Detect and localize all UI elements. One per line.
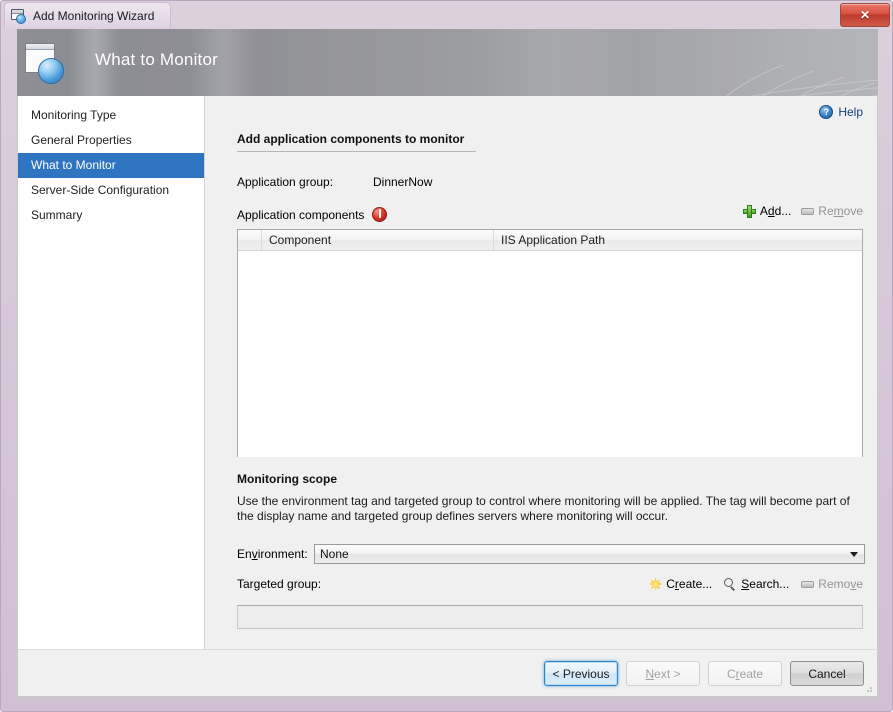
application-group-label: Application group: bbox=[237, 175, 333, 189]
footer-buttons: < Previous Next > Create Cancel bbox=[544, 661, 864, 686]
next-button: Next > bbox=[626, 661, 700, 686]
sidebar-item-server-side-configuration[interactable]: Server-Side Configuration bbox=[18, 178, 204, 203]
remove-component-button: Remove bbox=[801, 204, 863, 218]
page-title: Add application components to monitor bbox=[237, 132, 476, 152]
search-group-label: Search... bbox=[741, 577, 789, 591]
close-icon: ✕ bbox=[860, 9, 870, 21]
body-panel: Monitoring Type General Properties What … bbox=[17, 96, 878, 660]
search-group-button[interactable]: Search... bbox=[724, 577, 789, 591]
help-link[interactable]: ? Help bbox=[819, 105, 863, 119]
listview-column-iis-application-path[interactable]: IIS Application Path bbox=[494, 230, 862, 250]
environment-select[interactable]: None bbox=[314, 544, 865, 564]
title-bar-tab: Add Monitoring Wizard bbox=[4, 2, 171, 29]
create-button: Create bbox=[708, 661, 782, 686]
components-listview[interactable]: Component IIS Application Path bbox=[237, 229, 863, 457]
create-group-button[interactable]: Create... bbox=[649, 577, 712, 591]
search-icon bbox=[724, 578, 737, 591]
cancel-button[interactable]: Cancel bbox=[790, 661, 864, 686]
remove-group-label: Remove bbox=[818, 577, 863, 591]
content-panel: ? Help Add application components to mon… bbox=[206, 96, 877, 659]
wizard-window: Add Monitoring Wizard ✕ bbox=[0, 0, 893, 712]
star-icon bbox=[649, 578, 662, 591]
previous-button[interactable]: < Previous bbox=[544, 661, 618, 686]
banner-globe-icon bbox=[23, 41, 71, 85]
sidebar-item-what-to-monitor[interactable]: What to Monitor bbox=[18, 153, 204, 178]
monitoring-scope-description: Use the environment tag and targeted gro… bbox=[237, 494, 867, 524]
remove-component-label: Remove bbox=[818, 204, 863, 218]
add-component-button[interactable]: Add... bbox=[743, 204, 791, 218]
components-toolbar: Add... Remove bbox=[743, 204, 863, 218]
targeted-group-toolbar: Create... Search... Remove bbox=[649, 577, 863, 591]
footer-bar: < Previous Next > Create Cancel bbox=[17, 649, 878, 697]
help-icon: ? bbox=[819, 105, 833, 119]
listview-body[interactable] bbox=[238, 251, 862, 457]
listview-column-icon[interactable] bbox=[238, 230, 262, 250]
sidebar-item-general-properties[interactable]: General Properties bbox=[18, 128, 204, 153]
dash-icon bbox=[801, 581, 814, 588]
environment-label: Environment: bbox=[237, 547, 308, 561]
banner-mesh-decoration bbox=[578, 29, 878, 96]
remove-group-button: Remove bbox=[801, 577, 863, 591]
monitoring-scope-title: Monitoring scope bbox=[237, 472, 337, 486]
application-components-row: Application components bbox=[237, 207, 387, 222]
wizard-banner: What to Monitor bbox=[17, 29, 878, 96]
window-globe-icon bbox=[11, 9, 27, 24]
dash-icon bbox=[801, 208, 814, 215]
targeted-group-label: Targeted group: bbox=[237, 577, 321, 591]
add-component-label: Add... bbox=[760, 204, 791, 218]
environment-row: Environment: None bbox=[237, 544, 865, 564]
error-icon bbox=[372, 207, 387, 222]
application-group-value: DinnerNow bbox=[373, 175, 432, 189]
chevron-down-icon bbox=[850, 552, 858, 557]
listview-header: Component IIS Application Path bbox=[238, 230, 862, 251]
banner-title: What to Monitor bbox=[95, 50, 218, 70]
application-components-label: Application components bbox=[237, 208, 364, 222]
environment-value: None bbox=[315, 547, 349, 561]
sidebar-item-summary[interactable]: Summary bbox=[18, 203, 204, 228]
targeted-group-listbox[interactable] bbox=[237, 605, 863, 629]
wizard-step-sidebar: Monitoring Type General Properties What … bbox=[18, 96, 205, 649]
close-button[interactable]: ✕ bbox=[840, 3, 890, 27]
resize-grip[interactable] bbox=[862, 682, 874, 694]
listview-column-component[interactable]: Component bbox=[262, 230, 494, 250]
title-bar: Add Monitoring Wizard ✕ bbox=[1, 1, 893, 29]
sidebar-item-monitoring-type[interactable]: Monitoring Type bbox=[18, 103, 204, 128]
plus-icon bbox=[743, 205, 756, 218]
help-label: Help bbox=[838, 105, 863, 119]
create-group-label: Create... bbox=[666, 577, 712, 591]
window-title: Add Monitoring Wizard bbox=[33, 9, 154, 23]
